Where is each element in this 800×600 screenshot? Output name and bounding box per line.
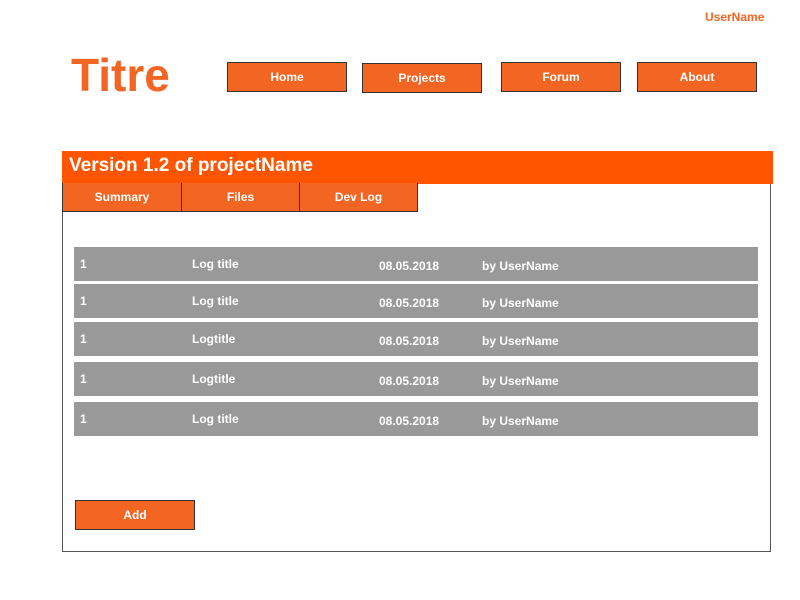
log-author: by UserName — [482, 296, 559, 310]
log-number: 1 — [80, 257, 87, 271]
log-number: 1 — [80, 332, 87, 346]
log-row[interactable]: 1 Log title 08.05.2018 by UserName — [74, 284, 758, 318]
log-title: Log title — [192, 294, 239, 308]
log-title: Logtitle — [192, 372, 236, 386]
log-title: Logtitle — [192, 332, 236, 346]
log-number: 1 — [80, 372, 87, 386]
log-title: Log title — [192, 412, 239, 426]
log-date: 08.05.2018 — [379, 374, 440, 388]
log-author: by UserName — [482, 259, 559, 273]
log-row[interactable]: 1 Log title 08.05.2018 by UserName — [74, 247, 758, 281]
log-number: 1 — [80, 294, 87, 308]
nav-about-button[interactable]: About — [637, 62, 757, 92]
page: UserName Titre Home Projects Forum About… — [0, 0, 800, 600]
log-date: 08.05.2018 — [379, 296, 440, 310]
username-link[interactable]: UserName — [705, 10, 764, 24]
project-panel: Version 1.2 of projectName Summary Files… — [62, 151, 773, 552]
log-row[interactable]: 1 Logtitle 08.05.2018 by UserName — [74, 322, 758, 356]
log-title: Log title — [192, 257, 239, 271]
log-author: by UserName — [482, 374, 559, 388]
log-date: 08.05.2018 — [379, 259, 440, 273]
log-number: 1 — [80, 412, 87, 426]
tab-summary[interactable]: Summary — [62, 183, 182, 212]
nav-home-button[interactable]: Home — [227, 62, 347, 92]
log-author: by UserName — [482, 414, 559, 428]
nav-forum-button[interactable]: Forum — [501, 62, 621, 92]
log-row[interactable]: 1 Logtitle 08.05.2018 by UserName — [74, 362, 758, 396]
log-date: 08.05.2018 — [379, 334, 440, 348]
add-button[interactable]: Add — [75, 500, 195, 530]
log-row[interactable]: 1 Log title 08.05.2018 by UserName — [74, 402, 758, 436]
nav-projects-button[interactable]: Projects — [362, 63, 482, 93]
tab-dev-log[interactable]: Dev Log — [299, 183, 418, 212]
log-date: 08.05.2018 — [379, 414, 440, 428]
tab-files[interactable]: Files — [181, 183, 300, 212]
log-author: by UserName — [482, 334, 559, 348]
panel-title: Version 1.2 of projectName — [62, 151, 773, 184]
site-title: Titre — [71, 49, 170, 101]
